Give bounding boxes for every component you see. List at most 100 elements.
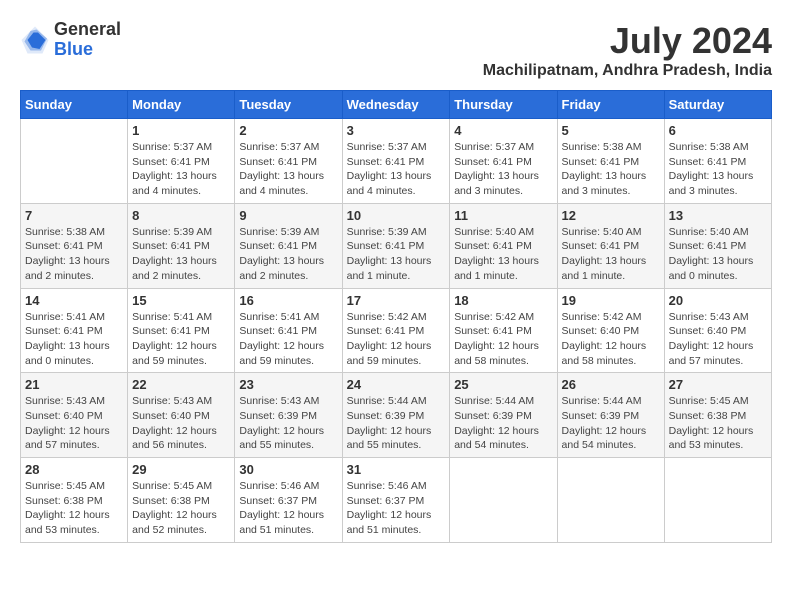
day-info: Sunrise: 5:39 AM Sunset: 6:41 PM Dayligh… (239, 225, 337, 284)
calendar-header: SundayMondayTuesdayWednesdayThursdayFrid… (21, 91, 772, 119)
day-info: Sunrise: 5:37 AM Sunset: 6:41 PM Dayligh… (347, 140, 446, 199)
logo-text: General Blue (54, 20, 121, 60)
day-number: 27 (669, 377, 767, 392)
day-number: 24 (347, 377, 446, 392)
calendar-cell: 25 Sunrise: 5:44 AM Sunset: 6:39 PM Dayli… (450, 373, 557, 458)
header-row: SundayMondayTuesdayWednesdayThursdayFrid… (21, 91, 772, 119)
day-info: Sunrise: 5:43 AM Sunset: 6:40 PM Dayligh… (25, 394, 123, 453)
day-number: 20 (669, 293, 767, 308)
day-info: Sunrise: 5:38 AM Sunset: 6:41 PM Dayligh… (25, 225, 123, 284)
day-number: 4 (454, 123, 552, 138)
calendar-cell: 5 Sunrise: 5:38 AM Sunset: 6:41 PM Daylig… (557, 119, 664, 204)
day-info: Sunrise: 5:40 AM Sunset: 6:41 PM Dayligh… (454, 225, 552, 284)
logo: General Blue (20, 20, 121, 60)
day-info: Sunrise: 5:40 AM Sunset: 6:41 PM Dayligh… (669, 225, 767, 284)
calendar-cell: 16 Sunrise: 5:41 AM Sunset: 6:41 PM Dayli… (235, 288, 342, 373)
day-number: 10 (347, 208, 446, 223)
calendar-cell: 11 Sunrise: 5:40 AM Sunset: 6:41 PM Dayli… (450, 203, 557, 288)
calendar-cell: 31 Sunrise: 5:46 AM Sunset: 6:37 PM Dayli… (342, 458, 450, 543)
calendar-week-5: 28 Sunrise: 5:45 AM Sunset: 6:38 PM Dayli… (21, 458, 772, 543)
title-block: July 2024 Machilipatnam, Andhra Pradesh,… (483, 20, 772, 80)
day-info: Sunrise: 5:38 AM Sunset: 6:41 PM Dayligh… (669, 140, 767, 199)
day-info: Sunrise: 5:42 AM Sunset: 6:41 PM Dayligh… (347, 310, 446, 369)
calendar-week-3: 14 Sunrise: 5:41 AM Sunset: 6:41 PM Dayli… (21, 288, 772, 373)
day-number: 22 (132, 377, 230, 392)
calendar-cell (450, 458, 557, 543)
page-header: General Blue July 2024 Machilipatnam, An… (20, 20, 772, 80)
day-number: 26 (562, 377, 660, 392)
day-number: 7 (25, 208, 123, 223)
header-cell-wednesday: Wednesday (342, 91, 450, 119)
calendar-cell (21, 119, 128, 204)
day-info: Sunrise: 5:42 AM Sunset: 6:40 PM Dayligh… (562, 310, 660, 369)
day-info: Sunrise: 5:43 AM Sunset: 6:40 PM Dayligh… (132, 394, 230, 453)
day-info: Sunrise: 5:42 AM Sunset: 6:41 PM Dayligh… (454, 310, 552, 369)
header-cell-saturday: Saturday (664, 91, 771, 119)
calendar-cell: 18 Sunrise: 5:42 AM Sunset: 6:41 PM Dayli… (450, 288, 557, 373)
day-info: Sunrise: 5:44 AM Sunset: 6:39 PM Dayligh… (347, 394, 446, 453)
day-info: Sunrise: 5:39 AM Sunset: 6:41 PM Dayligh… (132, 225, 230, 284)
calendar-cell: 6 Sunrise: 5:38 AM Sunset: 6:41 PM Daylig… (664, 119, 771, 204)
calendar-cell: 10 Sunrise: 5:39 AM Sunset: 6:41 PM Dayli… (342, 203, 450, 288)
day-info: Sunrise: 5:45 AM Sunset: 6:38 PM Dayligh… (132, 479, 230, 538)
day-number: 21 (25, 377, 123, 392)
day-number: 11 (454, 208, 552, 223)
day-number: 6 (669, 123, 767, 138)
day-info: Sunrise: 5:41 AM Sunset: 6:41 PM Dayligh… (239, 310, 337, 369)
calendar-week-2: 7 Sunrise: 5:38 AM Sunset: 6:41 PM Daylig… (21, 203, 772, 288)
calendar-body: 1 Sunrise: 5:37 AM Sunset: 6:41 PM Daylig… (21, 119, 772, 543)
day-info: Sunrise: 5:46 AM Sunset: 6:37 PM Dayligh… (347, 479, 446, 538)
day-info: Sunrise: 5:37 AM Sunset: 6:41 PM Dayligh… (132, 140, 230, 199)
day-number: 13 (669, 208, 767, 223)
calendar-cell: 8 Sunrise: 5:39 AM Sunset: 6:41 PM Daylig… (128, 203, 235, 288)
day-number: 14 (25, 293, 123, 308)
day-number: 12 (562, 208, 660, 223)
day-number: 1 (132, 123, 230, 138)
day-number: 9 (239, 208, 337, 223)
day-number: 16 (239, 293, 337, 308)
day-number: 30 (239, 462, 337, 477)
calendar-cell: 9 Sunrise: 5:39 AM Sunset: 6:41 PM Daylig… (235, 203, 342, 288)
day-number: 19 (562, 293, 660, 308)
calendar-cell: 7 Sunrise: 5:38 AM Sunset: 6:41 PM Daylig… (21, 203, 128, 288)
day-number: 5 (562, 123, 660, 138)
calendar-cell: 21 Sunrise: 5:43 AM Sunset: 6:40 PM Dayli… (21, 373, 128, 458)
day-info: Sunrise: 5:40 AM Sunset: 6:41 PM Dayligh… (562, 225, 660, 284)
day-number: 18 (454, 293, 552, 308)
day-number: 23 (239, 377, 337, 392)
day-number: 31 (347, 462, 446, 477)
calendar-table: SundayMondayTuesdayWednesdayThursdayFrid… (20, 90, 772, 543)
day-info: Sunrise: 5:37 AM Sunset: 6:41 PM Dayligh… (239, 140, 337, 199)
day-info: Sunrise: 5:44 AM Sunset: 6:39 PM Dayligh… (454, 394, 552, 453)
calendar-cell: 20 Sunrise: 5:43 AM Sunset: 6:40 PM Dayli… (664, 288, 771, 373)
calendar-cell: 28 Sunrise: 5:45 AM Sunset: 6:38 PM Dayli… (21, 458, 128, 543)
day-info: Sunrise: 5:38 AM Sunset: 6:41 PM Dayligh… (562, 140, 660, 199)
day-number: 28 (25, 462, 123, 477)
calendar-cell: 24 Sunrise: 5:44 AM Sunset: 6:39 PM Dayli… (342, 373, 450, 458)
calendar-cell: 19 Sunrise: 5:42 AM Sunset: 6:40 PM Dayli… (557, 288, 664, 373)
calendar-cell: 29Sunrise: 5:45 AM Sunset: 6:38 PM Dayli… (128, 458, 235, 543)
calendar-cell (664, 458, 771, 543)
header-cell-sunday: Sunday (21, 91, 128, 119)
day-number: 25 (454, 377, 552, 392)
day-info: Sunrise: 5:45 AM Sunset: 6:38 PM Dayligh… (25, 479, 123, 538)
day-number: 3 (347, 123, 446, 138)
day-info: Sunrise: 5:43 AM Sunset: 6:40 PM Dayligh… (669, 310, 767, 369)
calendar-cell: 2Sunrise: 5:37 AM Sunset: 6:41 PM Daylig… (235, 119, 342, 204)
calendar-cell: 14Sunrise: 5:41 AM Sunset: 6:41 PM Dayli… (21, 288, 128, 373)
day-number: 8 (132, 208, 230, 223)
day-info: Sunrise: 5:37 AM Sunset: 6:41 PM Dayligh… (454, 140, 552, 199)
calendar-cell: 17 Sunrise: 5:42 AM Sunset: 6:41 PM Dayli… (342, 288, 450, 373)
logo-blue: Blue (54, 40, 121, 60)
day-info: Sunrise: 5:41 AM Sunset: 6:41 PM Dayligh… (132, 310, 230, 369)
calendar-cell: 13 Sunrise: 5:40 AM Sunset: 6:41 PM Dayli… (664, 203, 771, 288)
calendar-cell: 4 Sunrise: 5:37 AM Sunset: 6:41 PM Daylig… (450, 119, 557, 204)
calendar-cell: 27Sunrise: 5:45 AM Sunset: 6:38 PM Dayli… (664, 373, 771, 458)
day-info: Sunrise: 5:43 AM Sunset: 6:39 PM Dayligh… (239, 394, 337, 453)
day-info: Sunrise: 5:39 AM Sunset: 6:41 PM Dayligh… (347, 225, 446, 284)
day-number: 17 (347, 293, 446, 308)
header-cell-tuesday: Tuesday (235, 91, 342, 119)
calendar-cell: 3 Sunrise: 5:37 AM Sunset: 6:41 PM Daylig… (342, 119, 450, 204)
day-info: Sunrise: 5:46 AM Sunset: 6:37 PM Dayligh… (239, 479, 337, 538)
day-info: Sunrise: 5:44 AM Sunset: 6:39 PM Dayligh… (562, 394, 660, 453)
